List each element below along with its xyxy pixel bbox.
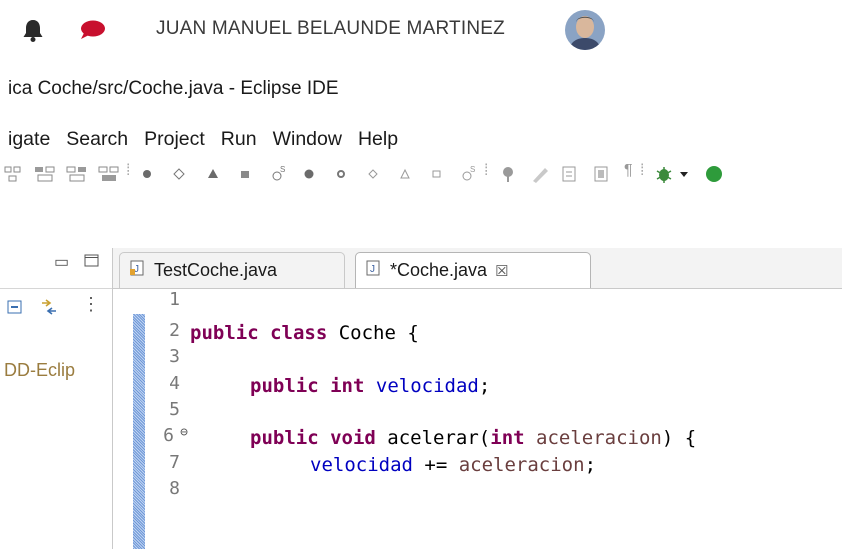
svg-text:J: J <box>370 264 375 275</box>
code-text: Coche { <box>327 322 419 344</box>
minimize-icon[interactable]: ▭ <box>54 252 69 272</box>
user-bar: JUAN MANUEL BELAUNDE MARTINEZ <box>0 0 842 58</box>
keyword: public <box>190 322 259 344</box>
code-line: public void acelerar(int aceleracion) { <box>250 425 696 451</box>
small-circle-icon[interactable] <box>334 165 348 188</box>
code-line: public int velocidad; <box>250 373 490 399</box>
code-text: ) { <box>661 427 697 449</box>
keyword: int <box>330 375 365 397</box>
code-line: public class Coche { <box>190 320 419 346</box>
run-icon[interactable] <box>702 165 722 188</box>
keyword: public <box>250 427 319 449</box>
user-name[interactable]: JUAN MANUEL BELAUNDE MARTINEZ <box>156 18 505 40</box>
line-number: 6 <box>163 425 174 446</box>
line-number: 8 <box>169 478 180 499</box>
toolbar-separator-3: ⁞ <box>640 162 645 179</box>
pin-icon[interactable] <box>498 165 518 188</box>
close-tab-icon[interactable]: ☒ <box>495 262 508 280</box>
quick-diff-bar <box>133 314 145 549</box>
triangle-icon[interactable] <box>206 165 220 188</box>
chevron-down-icon[interactable] <box>678 165 690 188</box>
layout-icon-2[interactable] <box>66 165 88 188</box>
chat-icon[interactable] <box>80 20 106 45</box>
keyword: int <box>490 427 525 449</box>
grid-icon[interactable] <box>4 165 22 188</box>
keyword: void <box>330 427 376 449</box>
view-menu-icon[interactable]: ⋮ <box>82 294 100 315</box>
circle-filled-icon[interactable] <box>140 165 154 188</box>
line-number: 7 <box>169 452 180 473</box>
svg-text:S: S <box>280 165 285 174</box>
java-file-icon: J <box>366 259 382 282</box>
collapse-all-icon[interactable] <box>6 298 24 321</box>
maximize-icon[interactable] <box>84 254 100 273</box>
code-text: ; <box>584 454 597 476</box>
panel-divider[interactable] <box>112 248 113 549</box>
keyword: class <box>270 322 328 344</box>
field-name: velocidad <box>310 454 413 476</box>
line-number: 2 <box>169 320 180 341</box>
layout-icon[interactable] <box>34 165 56 188</box>
small-triangle-icon[interactable] <box>398 165 412 188</box>
code-text: += <box>412 454 459 476</box>
parameter-name: aceleracion <box>458 454 585 476</box>
java-file-icon: J <box>130 259 146 282</box>
menu-navigate[interactable]: igate <box>0 128 58 151</box>
link-with-editor-icon[interactable] <box>38 298 60 321</box>
fold-toggle-icon[interactable]: ⊖ <box>180 425 188 440</box>
parameter-name: aceleracion <box>536 427 662 449</box>
code-line: velocidad += aceleracion; <box>310 452 596 478</box>
menu-bar: igate Search Project Run Window Help <box>0 122 406 156</box>
tab-coche-java[interactable]: J *Coche.java ☒ <box>355 252 591 288</box>
debug-icon[interactable] <box>654 165 674 188</box>
package-explorer-panel: ▭ ⋮ DD-Eclip <box>0 248 113 549</box>
toolbar-separator-2: ⁞ <box>484 162 489 179</box>
avatar[interactable] <box>565 10 605 50</box>
toolbar-separator: ⁞ <box>126 162 131 179</box>
toolbar: ⁞ S S ⁞ ¶ ⁞ <box>0 156 842 192</box>
tab-label: TestCoche.java <box>154 260 278 280</box>
line-number: 1 <box>169 289 180 310</box>
square-icon[interactable] <box>238 165 252 188</box>
small-square-icon[interactable] <box>430 165 444 188</box>
code-editor[interactable]: public class Coche { public int velocida… <box>190 289 842 549</box>
circle-icon[interactable] <box>302 165 316 188</box>
project-tree-item[interactable]: DD-Eclip <box>4 360 75 381</box>
pencil-icon[interactable] <box>530 165 550 188</box>
editor-tab-bar: J TestCoche.java J *Coche.java ☒ <box>113 248 842 289</box>
page-icon[interactable] <box>592 165 612 188</box>
menu-run[interactable]: Run <box>213 128 265 151</box>
static-field-icon[interactable]: S <box>460 165 478 188</box>
method-name: acelerar( <box>375 427 491 449</box>
pilcrow-icon[interactable]: ¶ <box>624 162 633 180</box>
layout-icon-3[interactable] <box>98 165 120 188</box>
menu-search[interactable]: Search <box>58 128 136 151</box>
keyword: public <box>250 375 319 397</box>
menu-project[interactable]: Project <box>136 128 213 151</box>
document-icon[interactable] <box>560 165 580 188</box>
tab-label: *Coche.java <box>390 260 488 280</box>
tab-testcoche-java[interactable]: J TestCoche.java <box>119 252 345 288</box>
bell-icon[interactable] <box>22 18 44 47</box>
line-number-gutter: 1 2 3 4 5 6 ⊖ 7 8 <box>152 289 188 549</box>
small-diamond-icon[interactable] <box>366 165 380 188</box>
diamond-icon[interactable] <box>172 165 186 188</box>
line-number: 3 <box>169 346 180 367</box>
line-number: 5 <box>169 399 180 420</box>
field-name: velocidad <box>375 375 479 397</box>
code-text: ; <box>478 375 491 397</box>
static-method-icon[interactable]: S <box>270 165 288 188</box>
menu-window[interactable]: Window <box>265 128 350 151</box>
line-number: 4 <box>169 373 180 394</box>
package-explorer-header: ▭ <box>0 248 112 289</box>
menu-help[interactable]: Help <box>350 128 406 151</box>
window-title: ica Coche/src/Coche.java - Eclipse IDE <box>8 78 339 99</box>
svg-text:S: S <box>470 165 475 174</box>
